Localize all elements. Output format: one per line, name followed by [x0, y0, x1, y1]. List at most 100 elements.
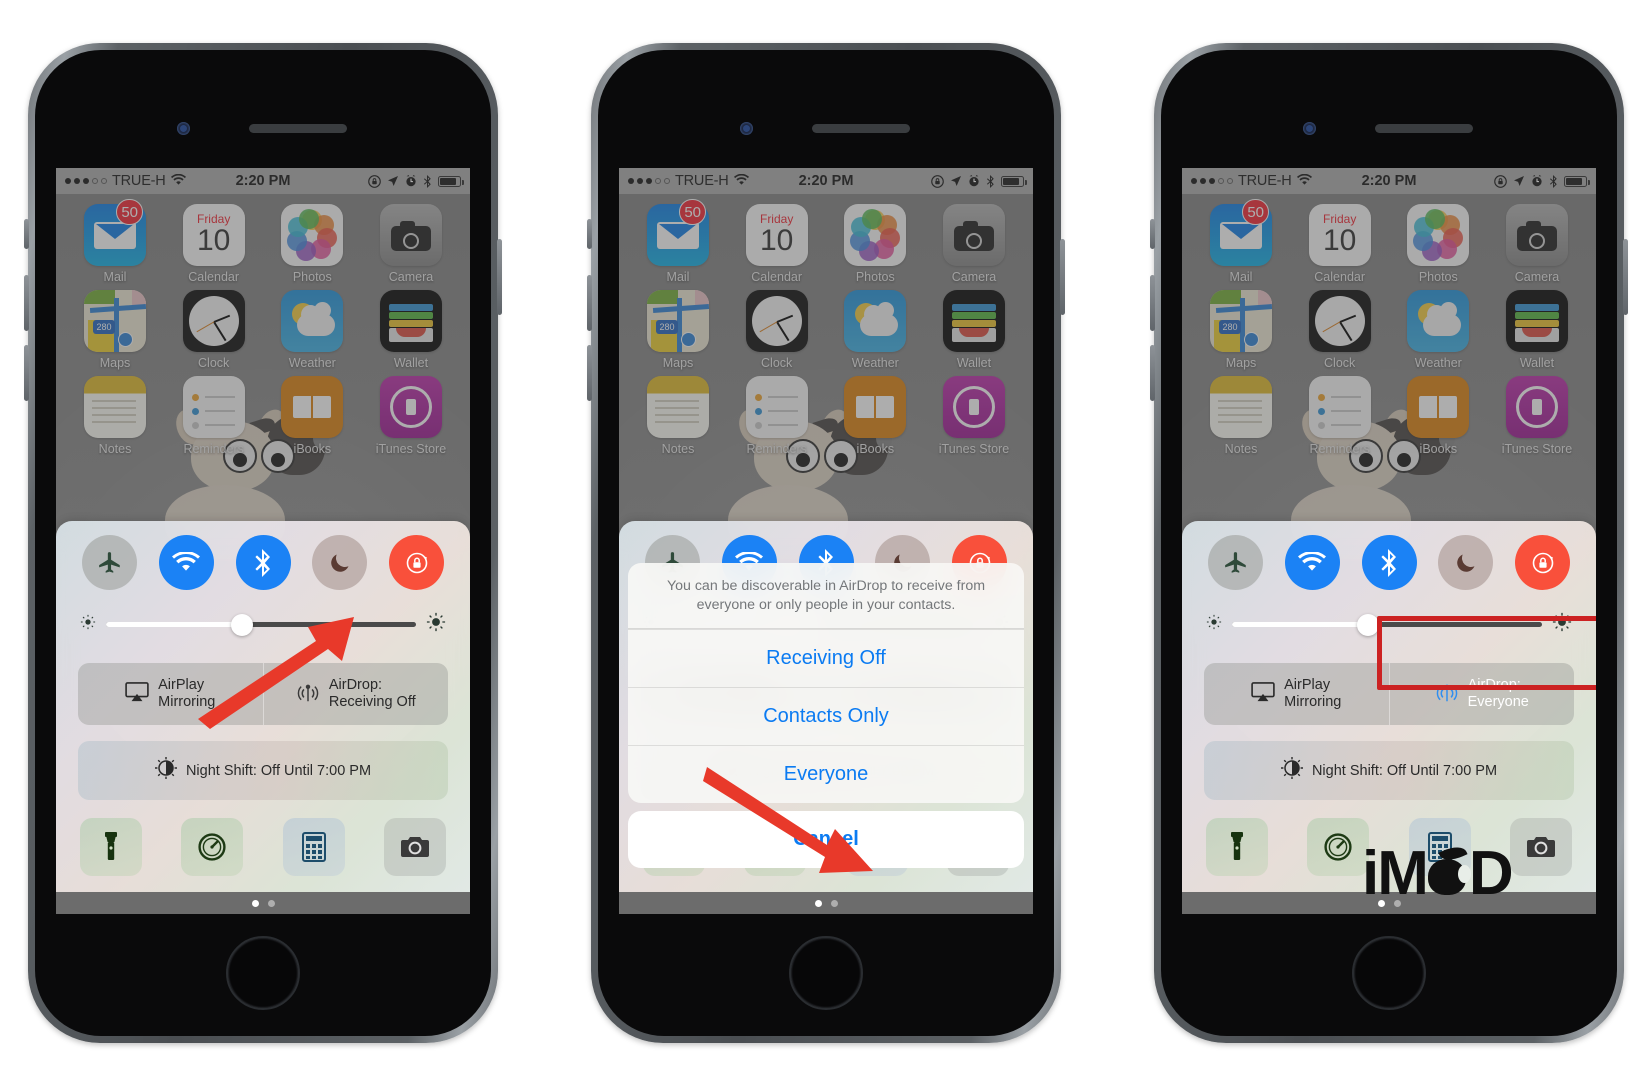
- airdrop-button-phone-1[interactable]: AirDrop: Receiving Off: [262, 663, 449, 725]
- silent-switch[interactable]: [1150, 219, 1155, 249]
- brightness-low-icon: [1206, 614, 1222, 635]
- alarm-clock-icon: [405, 175, 417, 187]
- airplay-label: AirPlayMirroring: [1284, 677, 1342, 710]
- silent-switch[interactable]: [24, 219, 29, 249]
- status-bar-1: TRUE-H 2:20 PM: [56, 168, 470, 194]
- night-shift-label: Night Shift: Off Until 7:00 PM: [185, 762, 372, 779]
- bluetooth-icon: [423, 174, 432, 188]
- airdrop-icon: [1435, 680, 1459, 709]
- brightness-slider[interactable]: [1232, 613, 1542, 636]
- calculator-shortcut[interactable]: [282, 818, 345, 876]
- brightness-low-icon: [80, 614, 96, 635]
- brightness-slider-knob[interactable]: [1357, 613, 1380, 636]
- rotation-lock-icon: [368, 174, 381, 188]
- brightness-high-icon: [1552, 612, 1572, 637]
- front-camera-icon: [740, 122, 753, 135]
- airdrop-label: AirDrop:Receiving Off: [328, 677, 416, 710]
- earpiece-speaker: [812, 124, 910, 133]
- apple-logo-icon: [1427, 842, 1471, 895]
- airplay-icon: [125, 681, 149, 707]
- volume-down-button[interactable]: [1150, 345, 1155, 401]
- bluetooth-icon: [986, 174, 995, 188]
- airdrop-label: AirDrop: Everyone: [1467, 677, 1529, 710]
- timer-shortcut[interactable]: [1307, 818, 1370, 876]
- airplay-airdrop-row-1: AirPlay Mirroring AirDrop: Receiving Off: [78, 663, 448, 725]
- status-bar-3: TRUE-H 2:20 PM: [1182, 168, 1596, 194]
- carrier-label: TRUE-H: [675, 173, 729, 189]
- night-shift-icon: [1280, 757, 1303, 784]
- brightness-control-3[interactable]: [1204, 612, 1574, 637]
- rotation-lock-toggle[interactable]: [1515, 535, 1570, 590]
- flashlight-shortcut[interactable]: [1206, 818, 1268, 876]
- brightness-control-1[interactable]: [78, 612, 448, 637]
- watermark-text-1: iM: [1362, 839, 1429, 908]
- volume-up-button[interactable]: [24, 275, 29, 331]
- night-shift-button-1[interactable]: Night Shift: Off Until 7:00 PM: [78, 741, 448, 800]
- iphone-device-1: TRUE-H 2:20 PM 50 Mail Friday 10 Calenda…: [24, 43, 502, 1043]
- camera-shortcut[interactable]: [383, 818, 446, 876]
- location-arrow-icon: [387, 175, 399, 187]
- airplane-mode-toggle[interactable]: [82, 535, 137, 590]
- bluetooth-toggle[interactable]: [1361, 535, 1417, 590]
- sheet-cancel-button[interactable]: Cancel: [628, 811, 1024, 868]
- power-button[interactable]: [497, 239, 502, 315]
- wifi-toggle[interactable]: [158, 535, 214, 590]
- home-page-dots-2: [619, 892, 1033, 914]
- airplay-mirroring-button[interactable]: AirPlayMirroring: [1204, 663, 1389, 725]
- sheet-option-contacts-only[interactable]: Contacts Only: [628, 687, 1024, 745]
- wifi-toggle[interactable]: [1284, 535, 1340, 590]
- camera-shortcut[interactable]: [1509, 818, 1572, 876]
- volume-down-button[interactable]: [587, 345, 592, 401]
- airdrop-button-phone-3[interactable]: AirDrop: Everyone: [1388, 663, 1575, 725]
- rotation-lock-toggle[interactable]: [389, 535, 444, 590]
- cellular-signal-icon: [65, 178, 107, 184]
- alarm-clock-icon: [968, 175, 980, 187]
- control-center-1: AirPlayMirroring AirDrop:Receiving Off: [56, 521, 470, 892]
- home-page-dots-1: [56, 892, 470, 914]
- home-button-3[interactable]: [1352, 936, 1426, 1010]
- watermark-text-2: D: [1468, 839, 1514, 908]
- sheet-option-receiving-off[interactable]: Receiving Off: [628, 629, 1024, 687]
- power-button[interactable]: [1623, 239, 1628, 315]
- brightness-slider[interactable]: [106, 613, 416, 636]
- volume-up-button[interactable]: [1150, 275, 1155, 331]
- iphone-device-2: TRUE-H 2:20 PM 50 Mail Friday 10 Calenda…: [587, 43, 1065, 1043]
- rotation-lock-icon: [1494, 174, 1507, 188]
- brightness-high-icon: [426, 612, 446, 637]
- power-button[interactable]: [1060, 239, 1065, 315]
- wifi-icon: [1296, 173, 1312, 189]
- airplane-mode-toggle[interactable]: [1208, 535, 1263, 590]
- front-camera-icon: [177, 122, 190, 135]
- home-button-1[interactable]: [226, 936, 300, 1010]
- brightness-slider-knob[interactable]: [231, 613, 254, 636]
- do-not-disturb-toggle[interactable]: [312, 535, 368, 590]
- volume-up-button[interactable]: [587, 275, 592, 331]
- cellular-signal-icon: [1191, 178, 1233, 184]
- earpiece-speaker: [249, 124, 347, 133]
- iphone-device-3: TRUE-H 2:20 PM 50 Mail Friday 10 Calenda…: [1150, 43, 1628, 1043]
- carrier-label: TRUE-H: [112, 173, 166, 189]
- screen-1: TRUE-H 2:20 PM 50 Mail Friday 10 Calenda…: [56, 168, 470, 914]
- location-arrow-icon: [950, 175, 962, 187]
- silent-switch[interactable]: [587, 219, 592, 249]
- rotation-lock-icon: [931, 174, 944, 188]
- imod-watermark: iM D: [1362, 839, 1514, 908]
- alarm-clock-icon: [1531, 175, 1543, 187]
- sheet-option-everyone[interactable]: Everyone: [628, 745, 1024, 803]
- airplay-mirroring-button[interactable]: AirPlayMirroring: [78, 663, 263, 725]
- night-shift-button-3[interactable]: Night Shift: Off Until 7:00 PM: [1204, 741, 1574, 800]
- home-button-2[interactable]: [789, 936, 863, 1010]
- do-not-disturb-toggle[interactable]: [1438, 535, 1494, 590]
- control-center-3: AirPlay Mirroring AirDrop: Everyone Night …: [1182, 521, 1596, 892]
- volume-down-button[interactable]: [24, 345, 29, 401]
- three-phone-tutorial-layout: TRUE-H 2:20 PM 50 Mail Friday 10 Calenda…: [0, 0, 1652, 1086]
- carrier-label: TRUE-H: [1238, 173, 1292, 189]
- cc-toggle-row-1: [78, 535, 448, 590]
- wifi-icon: [733, 173, 749, 189]
- flashlight-shortcut[interactable]: [80, 818, 142, 876]
- bluetooth-toggle[interactable]: [235, 535, 291, 590]
- location-arrow-icon: [1513, 175, 1525, 187]
- action-sheet-title: You can be discoverable in AirDrop to re…: [628, 563, 1024, 629]
- timer-shortcut[interactable]: [181, 818, 244, 876]
- earpiece-speaker: [1375, 124, 1473, 133]
